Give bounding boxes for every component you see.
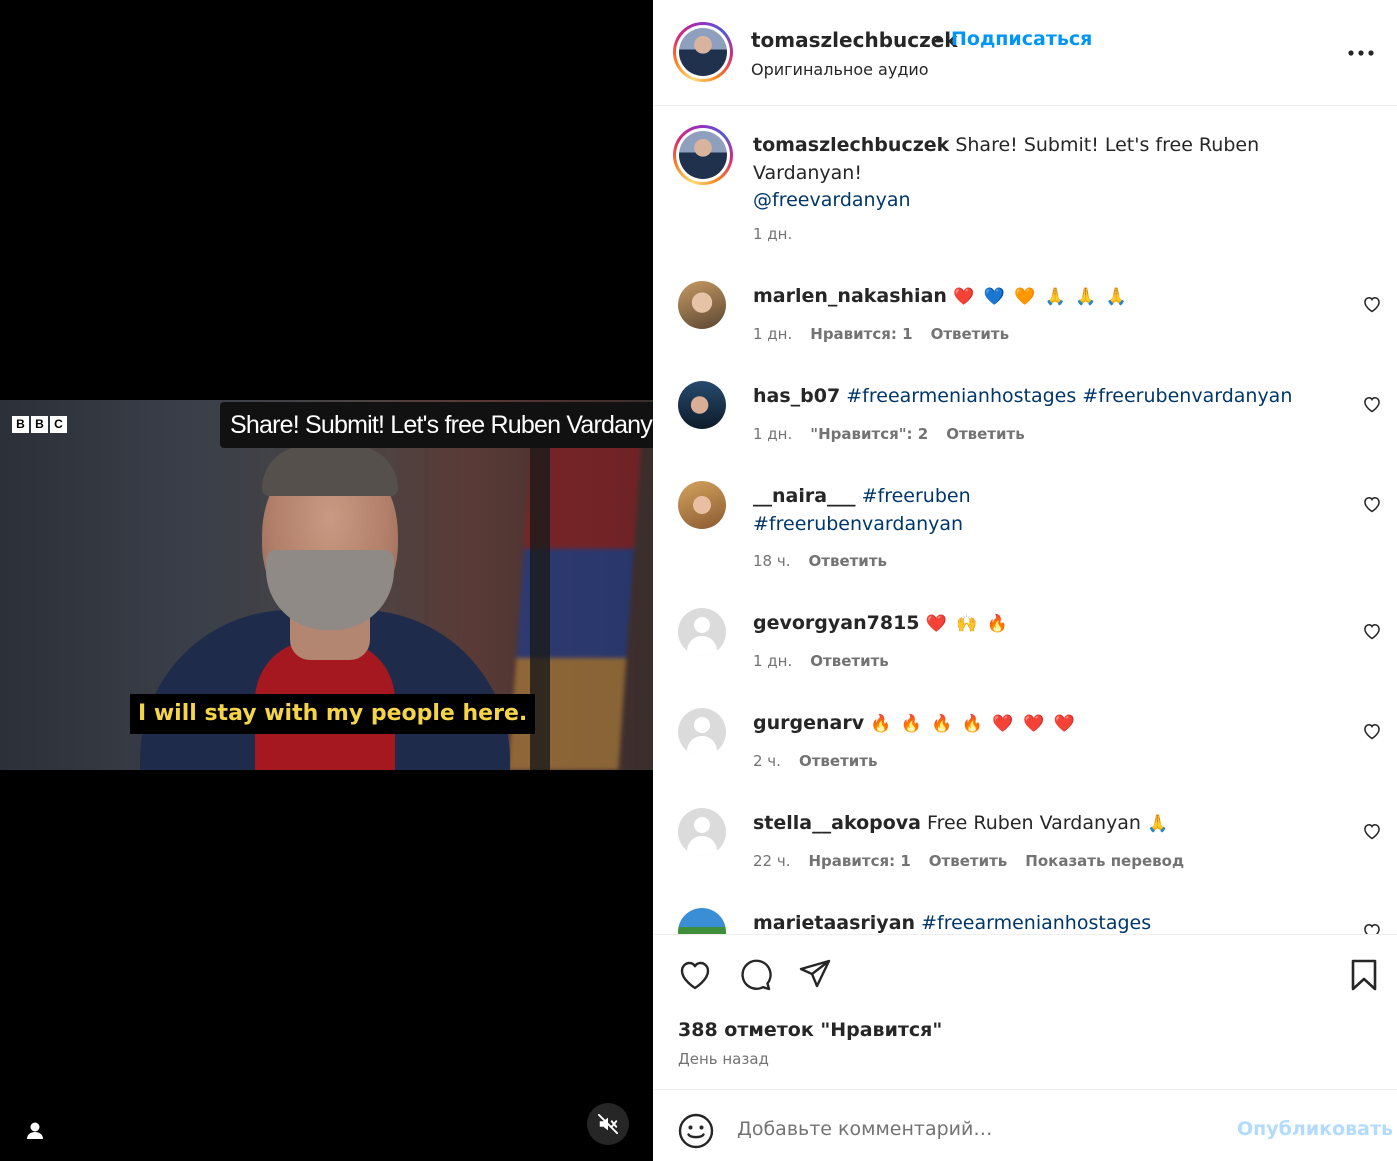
- author-avatar[interactable]: [673, 22, 733, 82]
- save-bookmark-icon[interactable]: [1346, 957, 1382, 993]
- video-player[interactable]: B B C Share! Submit! Let's free Ruben Va…: [0, 0, 653, 1161]
- comment-meta: 1 дн. "Нравится": 2 Ответить: [753, 425, 1025, 443]
- like-comment-heart-icon[interactable]: [1362, 821, 1382, 841]
- emoji-icon[interactable]: [677, 1112, 715, 1150]
- commenter-avatar[interactable]: [678, 381, 726, 429]
- comments-list[interactable]: tomaszlechbuczek Share! Submit! Let's fr…: [653, 106, 1397, 934]
- post-actions: 388 отметок "Нравится" День назад: [653, 934, 1397, 1090]
- reply-button[interactable]: Ответить: [931, 325, 1010, 343]
- commenter-avatar[interactable]: [678, 608, 726, 656]
- comment-item: __naira___ #freeruben #freerubenvardanya…: [753, 485, 971, 535]
- post-header: tomaszlechbuczek • Подписаться Оригиналь…: [653, 0, 1397, 106]
- follow-button[interactable]: Подписаться: [951, 28, 1092, 50]
- post-date: День назад: [678, 1050, 769, 1068]
- caption-author-avatar[interactable]: [673, 125, 733, 185]
- comment-meta: 1 дн. Ответить: [753, 652, 889, 670]
- comment-item: marietaasriyan #freearmenianhostages: [753, 912, 1152, 934]
- bbc-logo: B B C: [12, 416, 67, 433]
- comment-item: stella__akopova Free Ruben Vardanyan 🙏: [753, 812, 1171, 834]
- separator-dot: •: [933, 28, 945, 52]
- show-translation-button[interactable]: Показать перевод: [1025, 852, 1184, 870]
- comment-meta: 1 дн. Нравится: 1 Ответить: [753, 325, 1010, 343]
- commenter-avatar[interactable]: [678, 908, 726, 934]
- like-comment-heart-icon[interactable]: [1362, 721, 1382, 741]
- publish-button[interactable]: Опубликовать: [1237, 1118, 1393, 1140]
- caption-mention[interactable]: @freevardanyan: [753, 186, 1353, 214]
- more-options-icon[interactable]: [1346, 38, 1376, 68]
- commenter-avatar[interactable]: [678, 708, 726, 756]
- caption-username[interactable]: tomaszlechbuczek: [753, 134, 949, 156]
- reply-button[interactable]: Ответить: [809, 552, 888, 570]
- mute-button[interactable]: [587, 1103, 629, 1145]
- comment-meta: 2 ч. Ответить: [753, 752, 878, 770]
- tagged-user-icon[interactable]: [22, 1118, 48, 1144]
- video-title-overlay: Share! Submit! Let's free Ruben Vardanya…: [220, 402, 653, 448]
- reply-button[interactable]: Ответить: [810, 652, 889, 670]
- comment-meta: 22 ч. Нравится: 1 Ответить Показать перевод: [753, 852, 1185, 870]
- comment-item: gevorgyan7815 ❤️ 🙌 🔥: [753, 612, 1010, 634]
- author-username[interactable]: tomaszlechbuczek: [751, 28, 958, 52]
- likes-count[interactable]: 388 отметок "Нравится": [678, 1019, 942, 1041]
- share-icon[interactable]: [797, 957, 833, 993]
- volume-muted-icon: [597, 1113, 619, 1135]
- like-comment-heart-icon[interactable]: [1362, 621, 1382, 641]
- like-comment-heart-icon[interactable]: [1362, 921, 1382, 934]
- post-panel: tomaszlechbuczek • Подписаться Оригиналь…: [653, 0, 1397, 1161]
- like-comment-heart-icon[interactable]: [1362, 494, 1382, 514]
- post-caption: tomaszlechbuczek Share! Submit! Let's fr…: [753, 131, 1353, 187]
- video-frame: B B C Share! Submit! Let's free Ruben Va…: [0, 400, 653, 770]
- like-comment-heart-icon[interactable]: [1362, 294, 1382, 314]
- like-comment-heart-icon[interactable]: [1362, 394, 1382, 414]
- comment-meta: 18 ч. Ответить: [753, 552, 888, 570]
- commenter-avatar[interactable]: [678, 481, 726, 529]
- like-heart-icon[interactable]: [677, 957, 713, 993]
- reply-button[interactable]: Ответить: [946, 425, 1025, 443]
- reply-button[interactable]: Ответить: [799, 752, 878, 770]
- comment-icon[interactable]: [737, 957, 773, 993]
- reply-button[interactable]: Ответить: [929, 852, 1008, 870]
- comment-item: gurgenarv 🔥 🔥 🔥 🔥 ❤️ ❤️ ❤️: [753, 712, 1077, 734]
- comment-item: has_b07 #freearmenianhostages #freeruben…: [753, 385, 1293, 407]
- commenter-avatar[interactable]: [678, 281, 726, 329]
- commenter-avatar[interactable]: [678, 808, 726, 856]
- caption-time: 1 дн.: [753, 225, 793, 243]
- video-subtitle: I will stay with my people here.: [130, 694, 536, 734]
- comment-input[interactable]: [737, 1112, 1217, 1146]
- audio-link[interactable]: Оригинальное аудио: [751, 60, 929, 79]
- comment-item: marlen_nakashian ❤️ 💙 🧡 🙏 🙏 🙏: [753, 285, 1129, 307]
- add-comment-bar: Опубликовать: [653, 1090, 1397, 1161]
